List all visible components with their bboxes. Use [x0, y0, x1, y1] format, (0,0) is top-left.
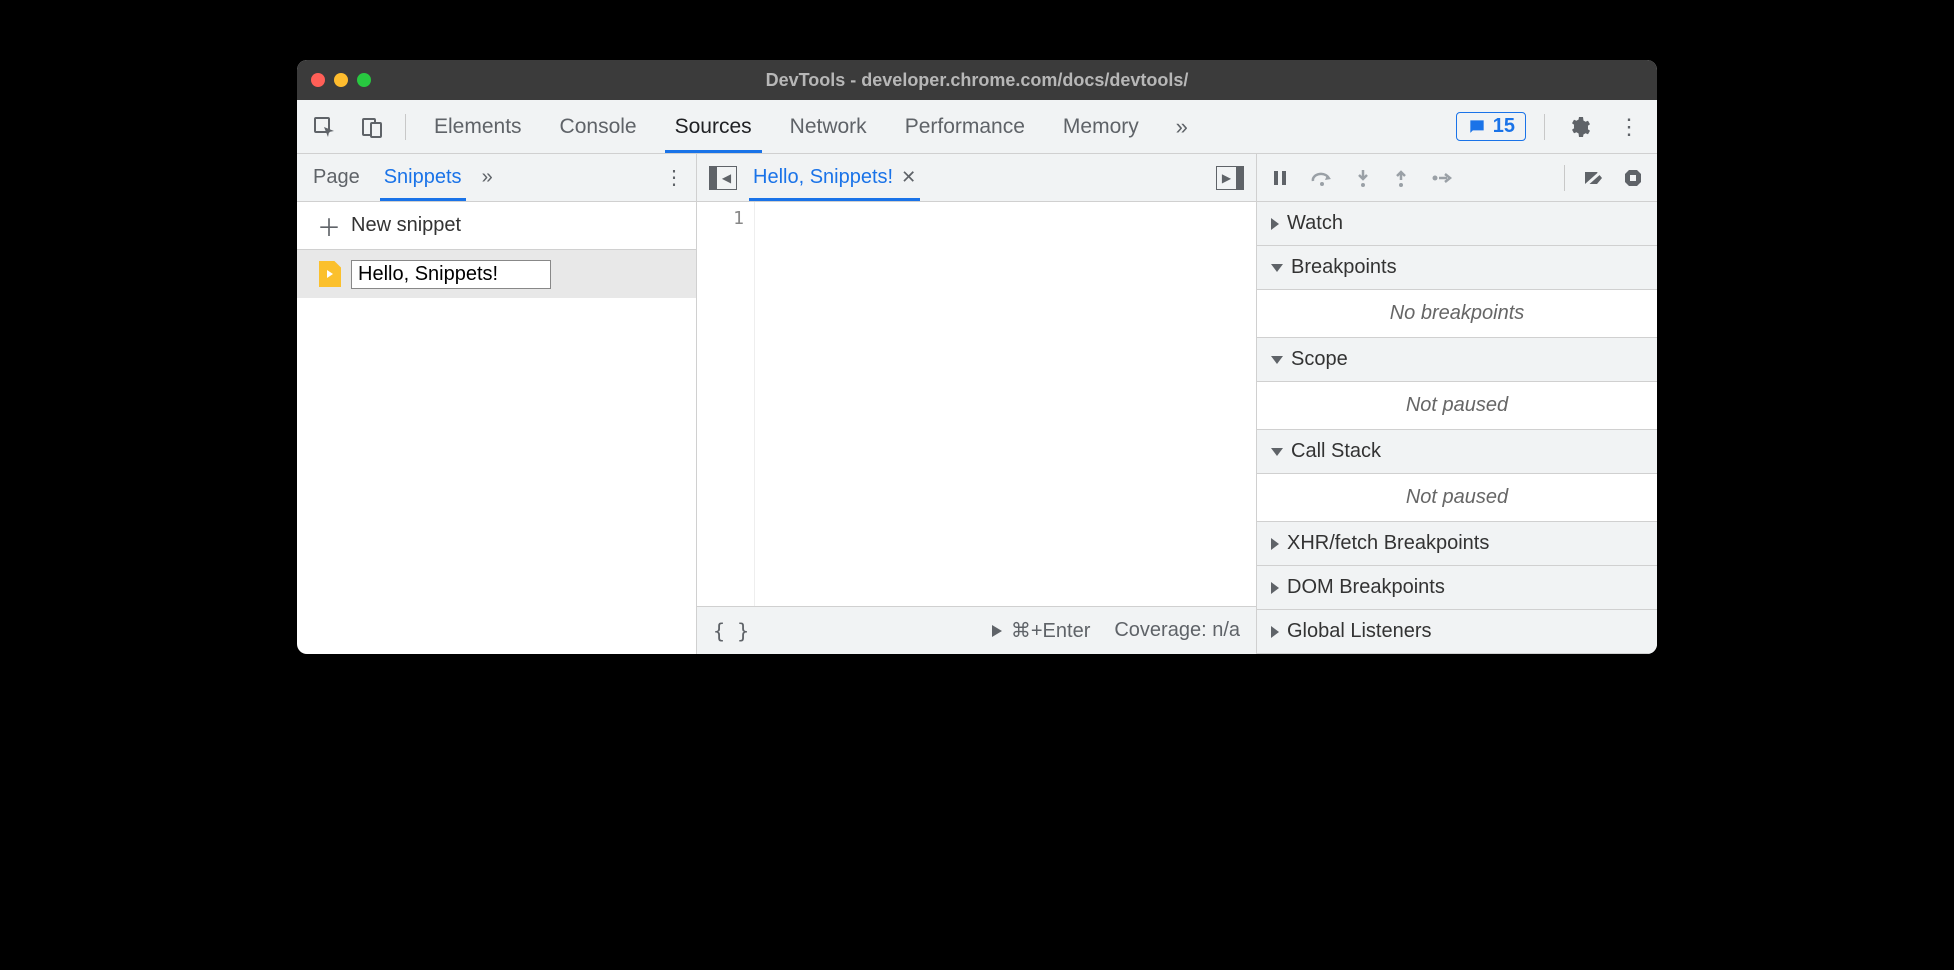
editor-pane: ◀ Hello, Snippets! ✕ ▶ 1 { } [697, 154, 1257, 654]
more-subtabs-icon[interactable]: » [482, 166, 493, 189]
section-label: XHR/fetch Breakpoints [1287, 532, 1489, 555]
devtools-window: DevTools - developer.chrome.com/docs/dev… [297, 60, 1657, 654]
window-title: DevTools - developer.chrome.com/docs/dev… [297, 70, 1657, 91]
chevron-right-icon [1271, 582, 1279, 594]
divider [1544, 114, 1545, 140]
editor-tabbar: ◀ Hello, Snippets! ✕ ▶ [697, 154, 1256, 202]
section-label: Global Listeners [1287, 620, 1432, 643]
line-number: 1 [697, 208, 744, 229]
close-tab-icon[interactable]: ✕ [901, 167, 916, 188]
run-hint: ⌘+Enter [1011, 618, 1090, 643]
chevron-right-icon [1271, 538, 1279, 550]
snippet-list-item[interactable] [297, 250, 696, 298]
chevron-right-icon [1271, 218, 1279, 230]
snippet-name-input[interactable] [351, 260, 551, 289]
section-body: No breakpoints [1257, 290, 1657, 338]
subtab-page[interactable]: Page [309, 154, 364, 201]
navigator-more-icon[interactable]: ⋮ [664, 165, 684, 190]
run-snippet-button[interactable]: ⌘+Enter [989, 618, 1090, 643]
section-header-watch[interactable]: Watch [1257, 202, 1657, 246]
format-code-button[interactable]: { } [713, 619, 749, 643]
step-icon[interactable] [1431, 170, 1453, 186]
editor-tab[interactable]: Hello, Snippets! ✕ [749, 154, 920, 201]
section-label: Scope [1291, 348, 1348, 371]
toggle-navigator-button[interactable]: ◀ [709, 166, 737, 190]
navigator-pane: Page Snippets » ⋮ ＋ New snippet [297, 154, 697, 654]
more-menu-icon[interactable]: ⋮ [1613, 114, 1645, 140]
editor-footer: { } ⌘+Enter Coverage: n/a [697, 606, 1256, 654]
traffic-lights [311, 73, 371, 87]
close-window-button[interactable] [311, 73, 325, 87]
main-area: Page Snippets » ⋮ ＋ New snippet ◀ [297, 154, 1657, 654]
plus-icon: ＋ [317, 208, 341, 243]
chevron-down-icon [1271, 264, 1283, 272]
section-header-global-listeners[interactable]: Global Listeners [1257, 610, 1657, 654]
chevron-down-icon [1271, 448, 1283, 456]
editor-body[interactable]: 1 [697, 202, 1256, 606]
new-snippet-label: New snippet [351, 214, 461, 237]
deactivate-breakpoints-icon[interactable] [1583, 168, 1605, 188]
tab-network[interactable]: Network [780, 100, 877, 153]
messages-count: 15 [1493, 115, 1515, 138]
section-header-dom-breakpoints[interactable]: DOM Breakpoints [1257, 566, 1657, 610]
section-header-xhr-fetch-breakpoints[interactable]: XHR/fetch Breakpoints [1257, 522, 1657, 566]
tab-performance[interactable]: Performance [895, 100, 1035, 153]
divider [405, 114, 406, 140]
coverage-label[interactable]: Coverage: n/a [1114, 619, 1240, 642]
code-area[interactable] [755, 202, 1256, 606]
top-toolbar: Elements Console Sources Network Perform… [297, 100, 1657, 154]
section-header-breakpoints[interactable]: Breakpoints [1257, 246, 1657, 290]
tab-console[interactable]: Console [550, 100, 647, 153]
maximize-window-button[interactable] [357, 73, 371, 87]
editor-tab-label: Hello, Snippets! [753, 166, 893, 189]
navigator-tabs: Page Snippets » ⋮ [297, 154, 696, 202]
pause-on-exceptions-icon[interactable] [1623, 168, 1643, 188]
section-label: Watch [1287, 212, 1343, 235]
chevron-right-icon [1271, 626, 1279, 638]
subtab-snippets[interactable]: Snippets [380, 154, 466, 201]
tab-elements[interactable]: Elements [424, 100, 532, 153]
device-toggle-icon[interactable] [357, 112, 387, 142]
chevron-down-icon [1271, 356, 1283, 364]
toggle-debugger-button[interactable]: ▶ [1216, 166, 1244, 190]
inspect-icon[interactable] [309, 112, 339, 142]
tab-memory[interactable]: Memory [1053, 100, 1149, 153]
step-over-icon[interactable] [1311, 169, 1333, 187]
step-into-icon[interactable] [1355, 168, 1371, 188]
minimize-window-button[interactable] [334, 73, 348, 87]
settings-icon[interactable] [1563, 115, 1595, 139]
pause-icon[interactable] [1271, 169, 1289, 187]
section-header-call-stack[interactable]: Call Stack [1257, 430, 1657, 474]
line-gutter: 1 [697, 202, 755, 606]
section-label: Breakpoints [1291, 256, 1397, 279]
section-label: Call Stack [1291, 440, 1381, 463]
messages-badge[interactable]: 15 [1456, 112, 1526, 141]
section-body: Not paused [1257, 474, 1657, 522]
debugger-pane: Watch Breakpoints No breakpoints Scope Not p… [1257, 154, 1657, 654]
section-header-scope[interactable]: Scope [1257, 338, 1657, 382]
tab-sources[interactable]: Sources [665, 100, 762, 153]
debugger-toolbar [1257, 154, 1657, 202]
new-snippet-button[interactable]: ＋ New snippet [297, 202, 696, 250]
more-tabs-icon[interactable]: » [1167, 112, 1197, 142]
debug-sections: Watch Breakpoints No breakpoints Scope Not p… [1257, 202, 1657, 654]
snippet-file-icon [319, 261, 341, 287]
section-label: DOM Breakpoints [1287, 576, 1445, 599]
step-out-icon[interactable] [1393, 168, 1409, 188]
section-body: Not paused [1257, 382, 1657, 430]
titlebar: DevTools - developer.chrome.com/docs/dev… [297, 60, 1657, 100]
divider [1564, 165, 1565, 191]
